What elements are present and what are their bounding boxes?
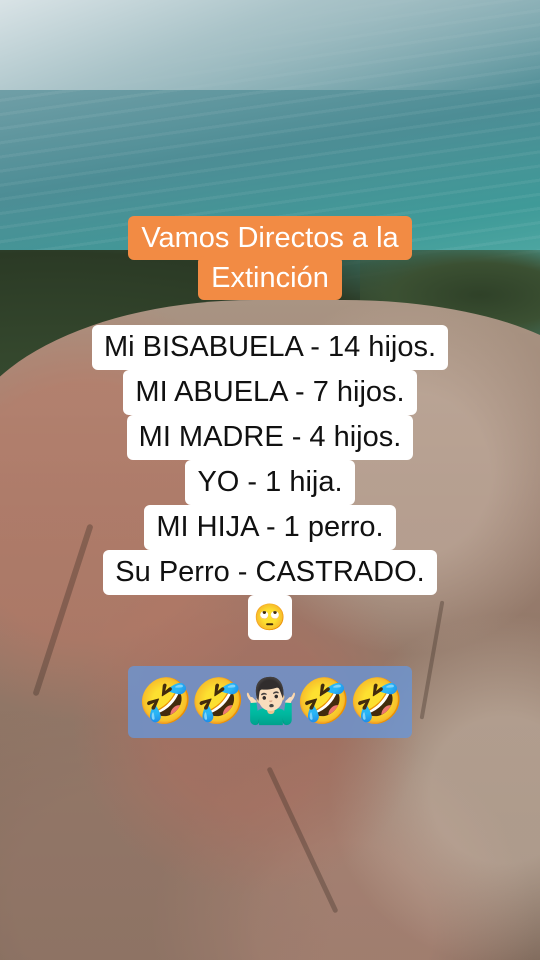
title-caption: Vamos Directos a la Extinción [0, 216, 540, 300]
caption-line: Mi BISABUELA - 14 hijos. [91, 325, 449, 370]
caption-list: Mi BISABUELA - 14 hijos. MI ABUELA - 7 h… [0, 325, 540, 640]
reaction-emoji-caption: 🤣🤣🤷🏻‍♂️🤣🤣 [0, 666, 540, 738]
caption-line: MI ABUELA - 7 hijos. [123, 370, 417, 415]
caption-line: YO - 1 hija. [185, 460, 355, 505]
title-line-1: Vamos Directos a la [128, 216, 412, 260]
caption-line: MI MADRE - 4 hijos. [126, 415, 414, 460]
eye-roll-emoji: 🙄 [247, 595, 293, 640]
caption-line: Su Perro - CASTRADO. [103, 550, 437, 595]
title-line-2: Extinción [198, 256, 342, 300]
reaction-emojis: 🤣🤣🤷🏻‍♂️🤣🤣 [128, 666, 412, 738]
sky-haze [0, 0, 540, 90]
caption-line: MI HIJA - 1 perro. [144, 505, 396, 550]
video-frame: Vamos Directos a la Extinción Mi BISABUE… [0, 0, 540, 960]
